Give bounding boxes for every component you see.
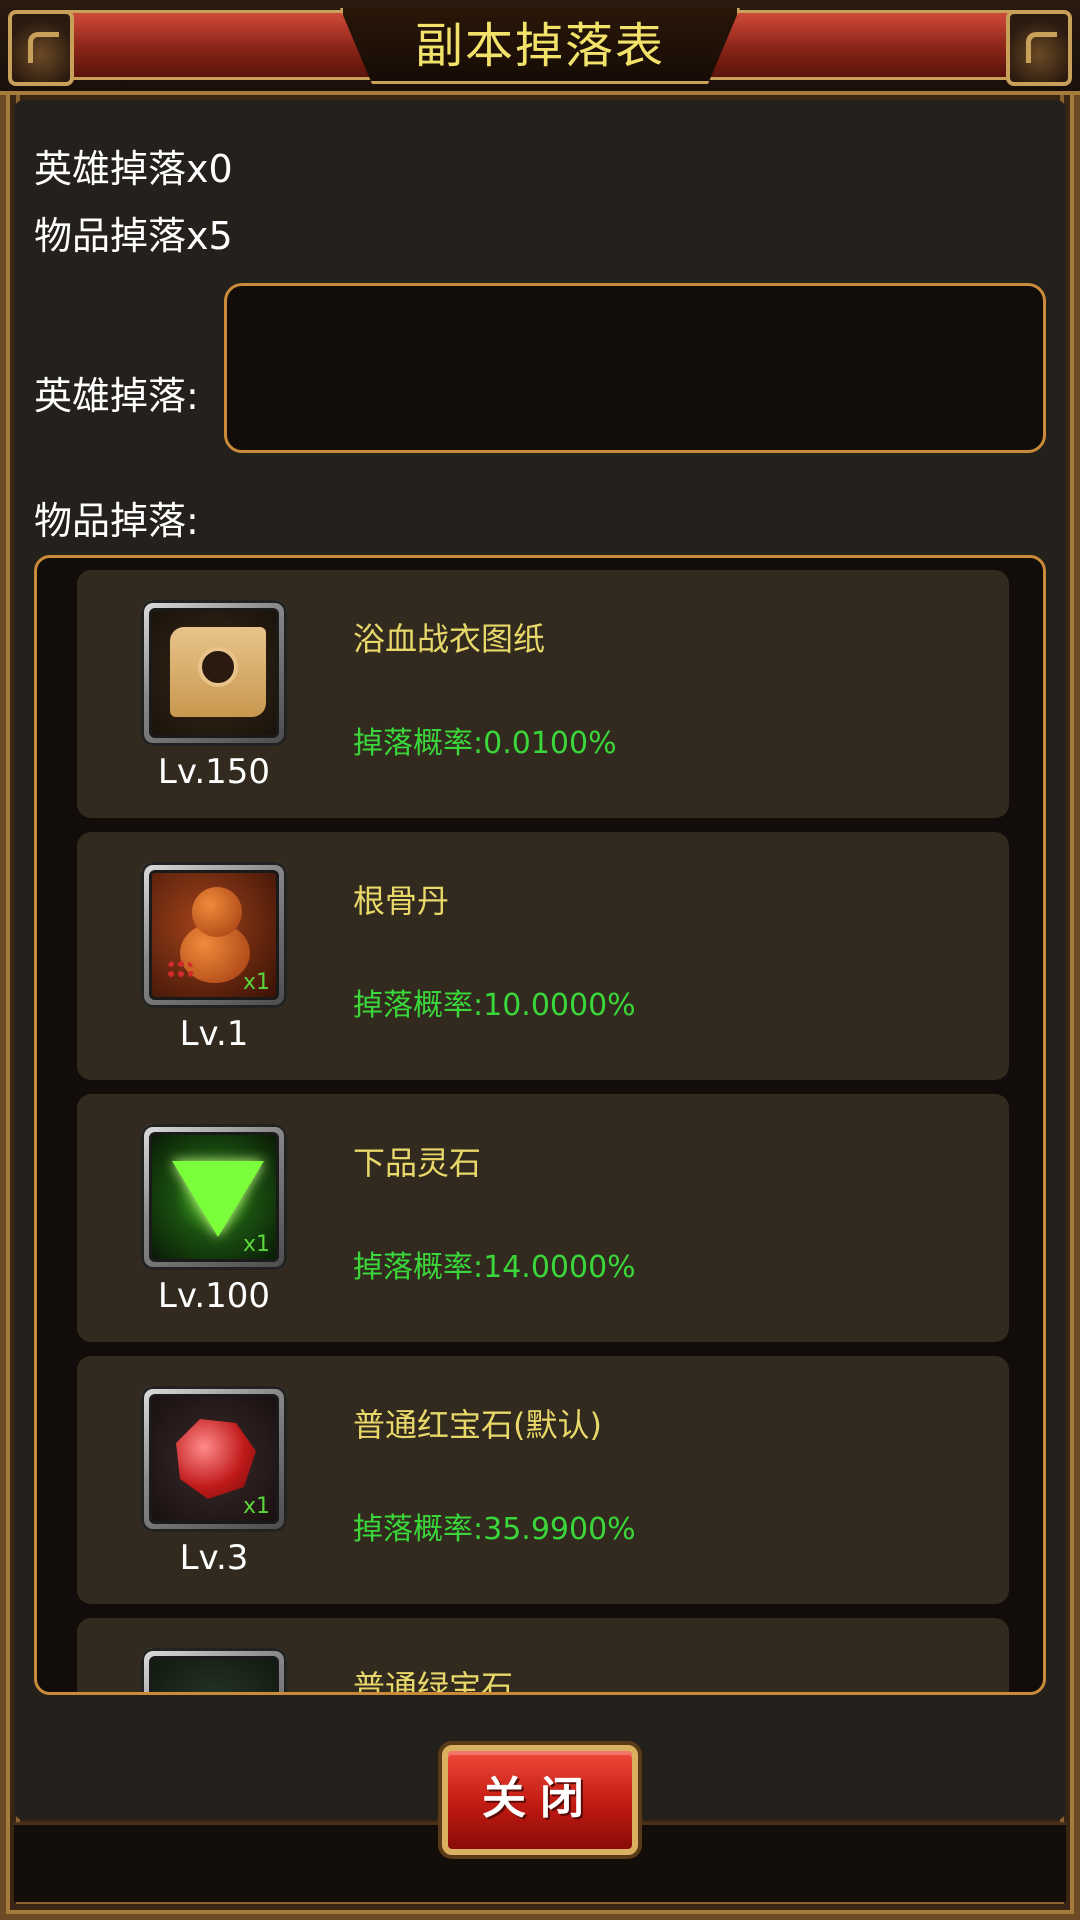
item-drop-rate: 掉落概率:10.0000% (353, 988, 636, 1023)
close-button[interactable]: 关闭 (442, 1745, 638, 1855)
item-name: 下品灵石 (353, 1144, 482, 1182)
drop-item-card[interactable]: x1 Lv.1 根骨丹 掉落概率:10.0000% (77, 832, 1009, 1080)
item-name: 浴血战衣图纸 (353, 620, 546, 658)
item-level: Lv.1 (179, 1014, 249, 1054)
item-drop-rate: 掉落概率:14.0000% (353, 1250, 636, 1285)
drop-item-card[interactable]: Lv.150 浴血战衣图纸 掉落概率:0.0100% (77, 570, 1009, 818)
green-spirit-stone-icon: x1 (149, 1132, 279, 1262)
drop-item-card[interactable]: x1 Lv.100 下品灵石 掉落概率:14.0000% (77, 1094, 1009, 1342)
drop-table-panel: 英雄掉落x0 物品掉落x5 英雄掉落: 物品掉落: Lv.150 浴血战衣图纸 … (14, 100, 1066, 1820)
corner-ornament-icon (8, 10, 74, 86)
scroll-icon (149, 608, 279, 738)
item-quantity: x1 (242, 1494, 270, 1519)
title-banner: 副本掉落表 (0, 0, 1080, 95)
item-quantity: x1 (242, 1232, 270, 1257)
item-icon-frame[interactable] (141, 600, 287, 746)
hero-drop-list[interactable] (224, 283, 1046, 453)
gourd-pill-icon: x1 (149, 870, 279, 1000)
corner-ornament-icon (1006, 10, 1072, 86)
drop-item-card[interactable]: x1 Lv.3 普通红宝石(默认) 掉落概率:35.9900% (77, 1356, 1009, 1604)
item-drop-list[interactable]: Lv.150 浴血战衣图纸 掉落概率:0.0100% x1 Lv.1 根骨丹 掉… (34, 555, 1046, 1695)
item-level: Lv.100 (157, 1276, 271, 1316)
item-icon-frame[interactable] (141, 1648, 287, 1692)
item-name: 普通绿宝石 (353, 1668, 514, 1695)
hero-drop-label: 英雄掉落: (34, 374, 199, 418)
hero-drop-count: 英雄掉落x0 (34, 147, 233, 191)
green-gem-icon (149, 1656, 279, 1692)
red-ruby-icon: x1 (149, 1394, 279, 1524)
item-level: Lv.3 (179, 1538, 249, 1578)
item-drop-rate: 掉落概率:35.9900% (353, 1512, 636, 1547)
item-icon-frame[interactable]: x1 (141, 1124, 287, 1270)
item-drop-count: 物品掉落x5 (34, 214, 233, 258)
drop-item-card[interactable]: 普通绿宝石 (77, 1618, 1009, 1695)
item-quantity: x1 (242, 970, 270, 995)
item-name: 根骨丹 (353, 882, 450, 920)
item-drop-label: 物品掉落: (34, 499, 199, 543)
item-level: Lv.150 (157, 752, 271, 792)
item-name: 普通红宝石(默认) (353, 1406, 602, 1444)
item-icon-frame[interactable]: x1 (141, 1386, 287, 1532)
item-icon-frame[interactable]: x1 (141, 862, 287, 1008)
page-title: 副本掉落表 (414, 18, 665, 74)
item-drop-rate: 掉落概率:0.0100% (353, 726, 617, 761)
